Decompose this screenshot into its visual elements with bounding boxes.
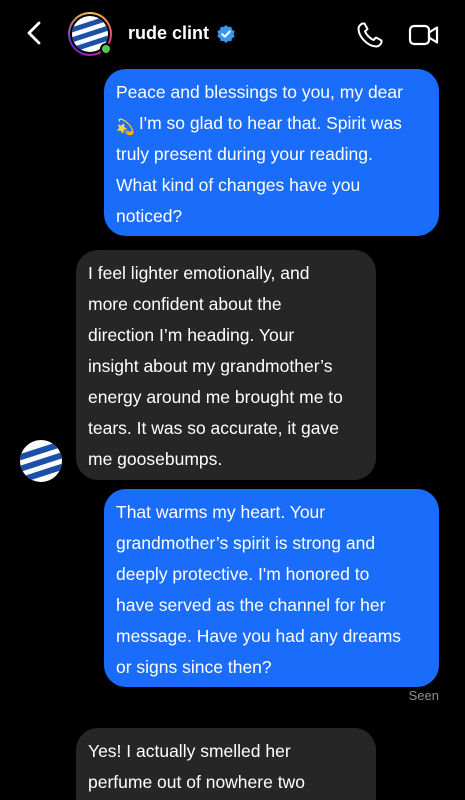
message-line: grandmother’s spirit is strong and: [116, 533, 376, 553]
message-line: or signs since then?: [116, 657, 272, 677]
incoming-message[interactable]: I feel lighter emotionally, and more con…: [76, 250, 376, 480]
message-line: deeply protective. I'm honored to: [116, 564, 370, 584]
message-line: That warms my heart. Your: [116, 502, 326, 522]
online-status-dot: [100, 43, 112, 55]
contact-name[interactable]: rude clint: [128, 23, 209, 44]
message-line: perfume out of nowhere two: [88, 772, 305, 792]
message-line: insight about my grandmother’s: [88, 356, 333, 376]
chat-screen: rude clint Peace and blessings to you, m…: [0, 0, 465, 800]
incoming-message[interactable]: Yes! I actually smelled her perfume out …: [76, 728, 376, 800]
video-camera-icon[interactable]: [408, 22, 440, 48]
message-line: have served as the channel for her: [116, 595, 386, 615]
outgoing-message[interactable]: That warms my heart. Your grandmother’s …: [104, 489, 439, 687]
message-line: 💫 I'm so glad to hear that. Spirit was: [116, 113, 402, 136]
dizzy-star-emoji: 💫: [116, 119, 135, 136]
contact-avatar[interactable]: [63, 12, 117, 56]
message-line: message. Have you had any dreams: [116, 626, 402, 646]
message-line: more confident about the: [88, 294, 282, 314]
message-line: Yes! I actually smelled her: [88, 741, 291, 761]
message-line: truly present during your reading.: [116, 144, 373, 164]
message-line: energy around me brought me to: [88, 387, 343, 407]
outgoing-message[interactable]: Peace and blessings to you, my dear 💫 I'…: [104, 69, 439, 236]
sender-avatar[interactable]: [20, 440, 62, 482]
message-line: What kind of changes have you: [116, 175, 361, 195]
message-line: I feel lighter emotionally, and: [88, 263, 310, 283]
message-line: Peace and blessings to you, my dear: [116, 82, 403, 102]
phone-icon[interactable]: [355, 20, 385, 50]
seen-indicator: Seen: [408, 688, 439, 703]
message-line: noticed?: [116, 206, 183, 226]
chevron-left-icon[interactable]: [22, 18, 48, 48]
message-line: direction I’m heading. Your: [88, 325, 295, 345]
verified-badge-icon: [217, 25, 235, 43]
message-line: tears. It was so accurate, it gave: [88, 418, 339, 438]
chat-header: rude clint: [0, 0, 465, 68]
message-line: me goosebumps.: [88, 449, 223, 469]
